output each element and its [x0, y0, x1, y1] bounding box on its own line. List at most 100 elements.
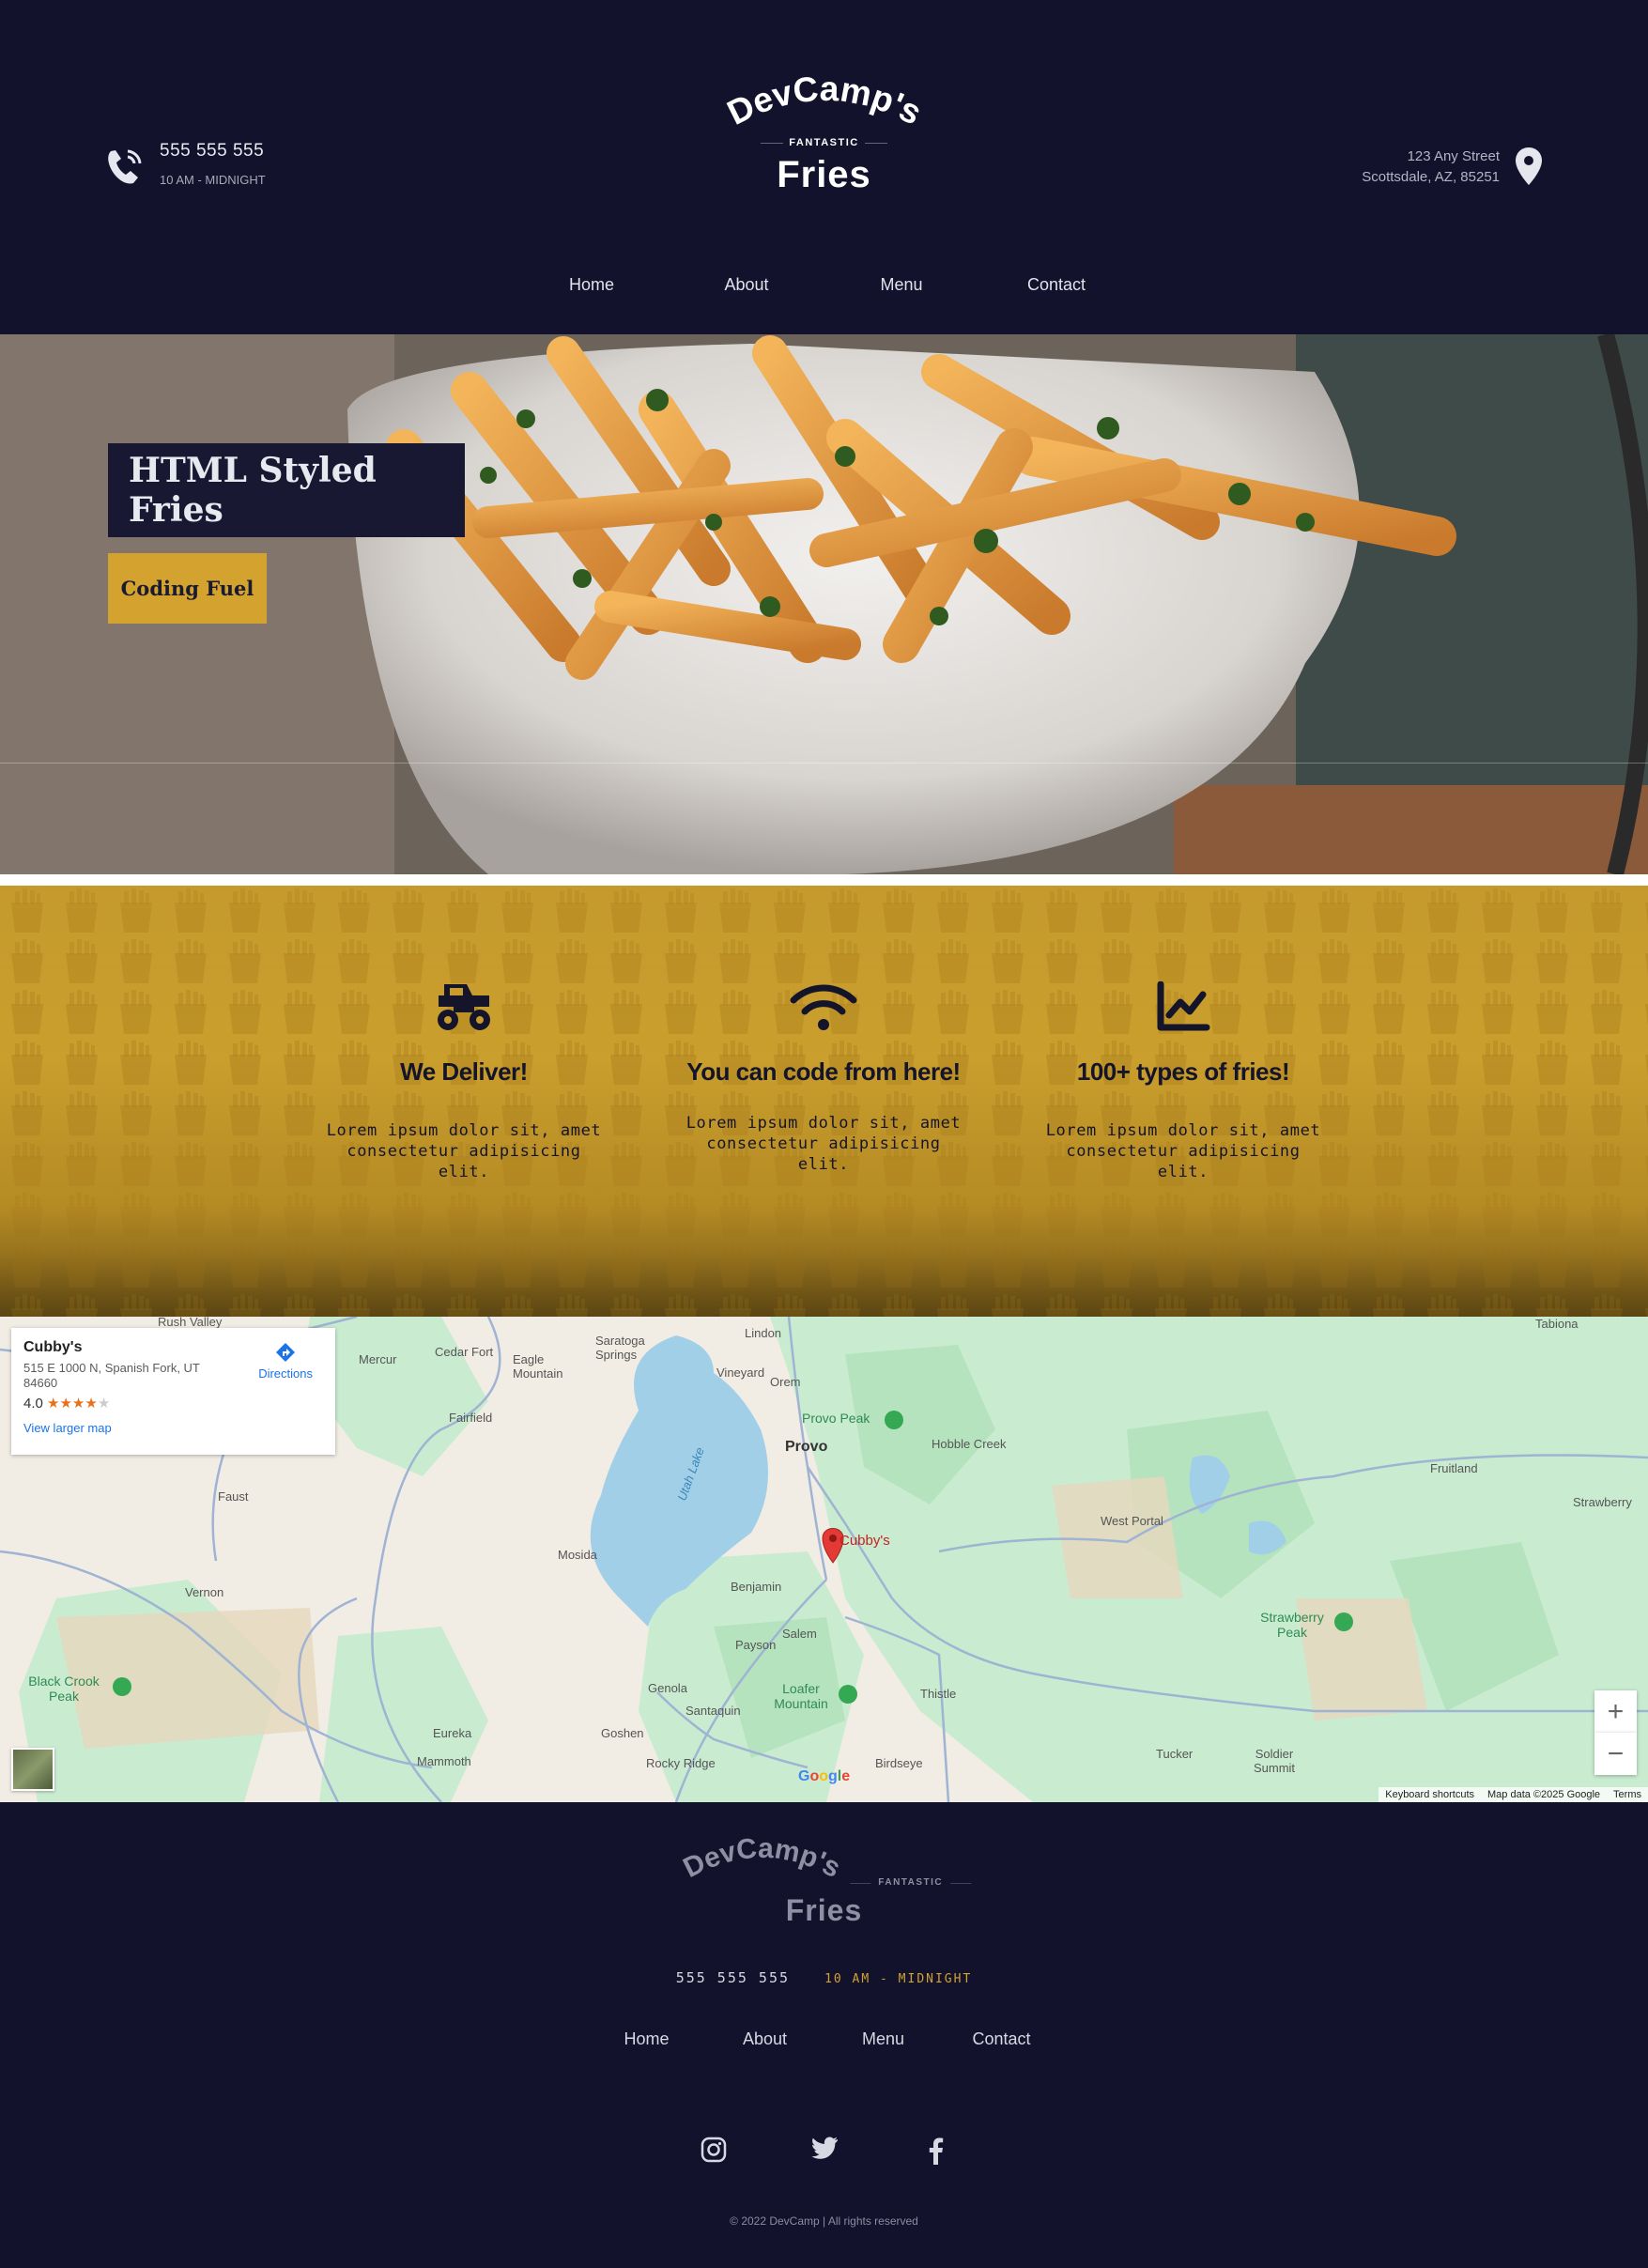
- svg-text:DevCamp's: DevCamp's: [721, 69, 928, 132]
- nav-menu[interactable]: Menu: [824, 275, 979, 295]
- header-contact: 555 555 555 10 AM - MIDNIGHT: [105, 141, 266, 187]
- logo-fantastic: FANTASTIC: [761, 137, 888, 148]
- directions-button[interactable]: Directions: [258, 1341, 313, 1381]
- footer-phone: 555 555 555: [675, 1969, 791, 1986]
- map-label: Salem: [782, 1627, 817, 1641]
- map-label: Lindon: [745, 1326, 782, 1340]
- logo-arc-text: DevCamp's: [721, 69, 928, 132]
- hero-title: HTML Styled Fries: [108, 443, 465, 537]
- map-label: Goshen: [601, 1726, 644, 1740]
- feature-title: We Deliver!: [400, 1057, 528, 1086]
- feature-title: You can code from here!: [686, 1057, 961, 1086]
- footer-nav-contact[interactable]: Contact: [943, 2029, 1061, 2049]
- address-line2: Scottsdale, AZ, 85251: [1362, 169, 1500, 185]
- map-label: Black Crook Peak: [28, 1674, 100, 1704]
- map-label: Hobble Creek: [932, 1437, 1007, 1451]
- social-links: [0, 2137, 1648, 2165]
- map-label: Strawberry: [1573, 1495, 1632, 1509]
- map-label: Birdseye: [875, 1756, 923, 1770]
- twitter-link[interactable]: [769, 2137, 880, 2165]
- footer-hours: 10 AM - MIDNIGHT: [824, 1972, 973, 1986]
- terms-link[interactable]: Terms: [1607, 1787, 1648, 1802]
- instagram-icon: [701, 2137, 726, 2163]
- feature-text: Lorem ipsum dolor sit, amet consectetur …: [685, 1114, 962, 1174]
- directions-label: Directions: [258, 1366, 313, 1381]
- map-label: Vernon: [185, 1585, 224, 1599]
- map-label: Saratoga Springs: [595, 1334, 645, 1362]
- footer-nav-home[interactable]: Home: [588, 2029, 706, 2049]
- feature-text: Lorem ipsum dolor sit, amet consectetur …: [1045, 1121, 1321, 1181]
- map-label: Rocky Ridge: [646, 1756, 716, 1770]
- footer-nav-menu[interactable]: Menu: [824, 2029, 943, 2049]
- site-header: 555 555 555 10 AM - MIDNIGHT DevCamp's F…: [0, 0, 1648, 334]
- google-logo: Google: [798, 1768, 851, 1784]
- phone-icon: [108, 149, 142, 184]
- feature-types: 100+ types of fries! Lorem ipsum dolor s…: [1042, 978, 1324, 1182]
- map-label: West Portal: [1101, 1514, 1163, 1528]
- address-line1: 123 Any Street: [1407, 148, 1500, 164]
- facebook-icon: [929, 2137, 943, 2165]
- map-data-text: Map data ©2025 Google: [1487, 1789, 1601, 1800]
- zoom-out-button[interactable]: −: [1594, 1733, 1637, 1775]
- place-rating: 4.0 ★★★★★: [23, 1395, 323, 1412]
- footer-logo[interactable]: DevCamp's FANTASTIC Fries: [677, 1823, 972, 1928]
- map-label: Santaquin: [685, 1704, 741, 1718]
- zoom-in-button[interactable]: +: [1594, 1690, 1637, 1733]
- keyboard-shortcuts-link[interactable]: Keyboard shortcuts: [1378, 1787, 1481, 1802]
- map-label: Payson: [735, 1638, 777, 1652]
- map-label: Genola: [648, 1681, 687, 1695]
- map-label: Cedar Fort: [435, 1345, 494, 1359]
- nav-home[interactable]: Home: [515, 275, 670, 295]
- header-phone: 555 555 555: [160, 141, 265, 161]
- map-label: Strawberry Peak: [1260, 1610, 1324, 1640]
- map-label: Orem: [770, 1375, 801, 1389]
- coding-fuel-button[interactable]: Coding Fuel: [108, 553, 267, 624]
- satellite-toggle[interactable]: [11, 1748, 54, 1791]
- map-label: Provo: [785, 1439, 828, 1455]
- section-gap: [0, 874, 1648, 886]
- map-label: Provo Peak: [802, 1411, 870, 1426]
- place-address: 515 E 1000 N, Spanish Fork, UT 84660: [23, 1361, 200, 1390]
- map-label: Benjamin: [731, 1580, 782, 1594]
- google-map[interactable]: Rush Valley Tabiona Mercur Cedar Fort Ea…: [0, 1317, 1648, 1802]
- view-larger-map-link[interactable]: View larger map: [23, 1421, 323, 1435]
- logo-fries: Fries: [777, 154, 871, 195]
- nav-contact[interactable]: Contact: [979, 275, 1134, 295]
- monster-truck-icon: [438, 984, 490, 1030]
- logo-arc-text: DevCamp's: [678, 1833, 845, 1884]
- header-hours: 10 AM - MIDNIGHT: [160, 173, 266, 187]
- logo-devcamp: DevCamp's: [721, 69, 928, 132]
- site-footer: DevCamp's FANTASTIC Fries 555 555 555 10…: [0, 1802, 1648, 2268]
- marker-label[interactable]: Cubby's: [839, 1533, 890, 1549]
- nav-about[interactable]: About: [670, 275, 824, 295]
- facebook-link[interactable]: [880, 2137, 991, 2165]
- feature-code: You can code from here! Lorem ipsum dolo…: [683, 978, 964, 1175]
- map-label: Faust: [218, 1489, 249, 1504]
- map-label: Mosida: [558, 1548, 597, 1562]
- footer-contact: 555 555 555 10 AM - MIDNIGHT: [0, 1969, 1648, 1986]
- footer-logo-devcamp: DevCamp's: [678, 1833, 845, 1884]
- rating-star-empty: ★: [97, 1396, 111, 1412]
- features-section: We Deliver! Lorem ipsum dolor sit, amet …: [0, 886, 1648, 1317]
- instagram-link[interactable]: [658, 2137, 769, 2165]
- rating-value: 4.0: [23, 1396, 43, 1412]
- hero-divider: [0, 763, 1648, 764]
- twitter-icon: [810, 2137, 838, 2159]
- feature-delivery: We Deliver! Lorem ipsum dolor sit, amet …: [323, 978, 605, 1182]
- map-label: Loafer Mountain: [774, 1681, 828, 1711]
- footer-nav-about[interactable]: About: [706, 2029, 824, 2049]
- map-attribution: Keyboard shortcuts Map data ©2025 Google…: [1378, 1787, 1648, 1802]
- hero-section: HTML Styled Fries Coding Fuel: [0, 334, 1648, 874]
- footer-logo-fantastic: FANTASTIC: [850, 1877, 972, 1888]
- chart-line-icon: [1157, 981, 1210, 1031]
- main-nav: Home About Menu Contact: [0, 275, 1648, 295]
- wifi-icon: [790, 984, 857, 1030]
- map-label: Fruitland: [1430, 1461, 1478, 1475]
- footer-logo-fries: Fries: [785, 1893, 863, 1927]
- map-label: Tucker: [1156, 1747, 1194, 1761]
- map-label: Fairfield: [449, 1411, 493, 1425]
- feature-title: 100+ types of fries!: [1076, 1057, 1290, 1086]
- rating-stars: ★★★★: [47, 1396, 98, 1412]
- place-card: Cubby's 515 E 1000 N, Spanish Fork, UT 8…: [11, 1328, 335, 1455]
- site-logo[interactable]: DevCamp's FANTASTIC Fries: [721, 58, 928, 196]
